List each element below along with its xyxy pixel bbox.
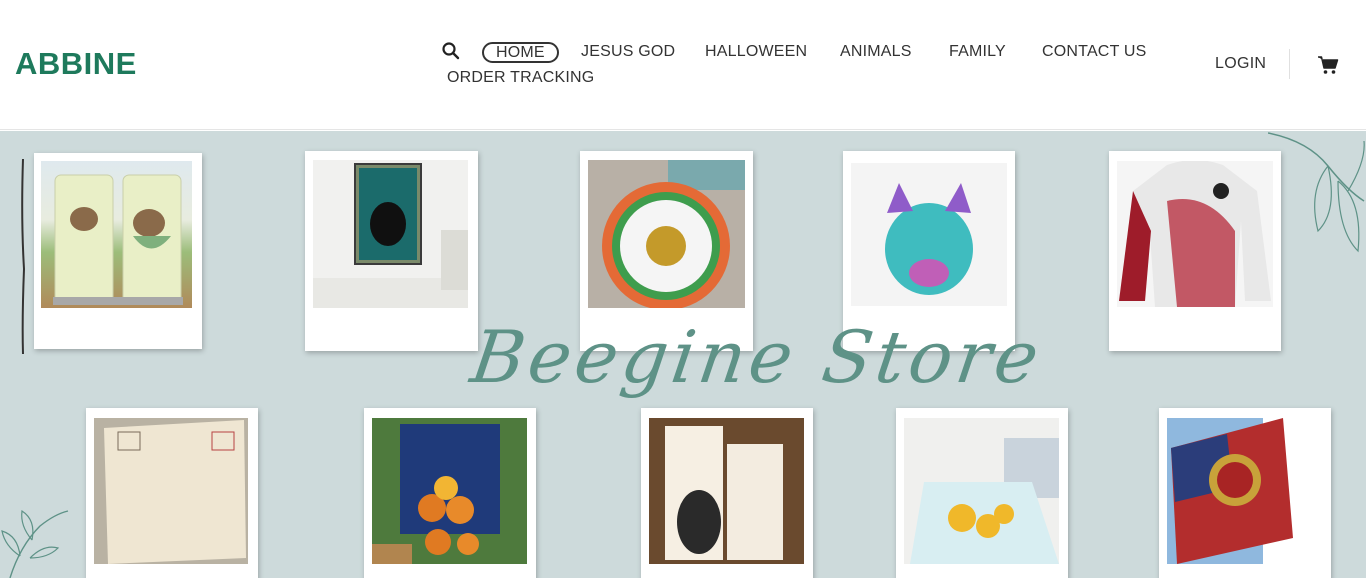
tumbler-illustration <box>53 174 183 305</box>
flag-illustration <box>372 424 500 564</box>
hero-banner: Beegine Store <box>0 131 1366 578</box>
search-icon[interactable] <box>441 41 461 61</box>
marine-flag-illustration <box>1171 418 1321 564</box>
brush-stroke-decoration <box>21 159 26 354</box>
product-image <box>372 418 527 564</box>
blanket-illustration <box>104 420 246 564</box>
nav-animals[interactable]: ANIMALS <box>840 43 912 61</box>
store-script-title: Beegine Store <box>466 315 1048 399</box>
product-card-couple-candle-holder[interactable] <box>641 408 813 578</box>
product-card-black-cat-poster[interactable] <box>305 151 478 351</box>
site-header: ABBINE HOME JESUS GOD HALLOWEEN ANIMALS … <box>0 0 1366 130</box>
product-card-sloth-tumbler[interactable] <box>34 153 202 349</box>
nav-family[interactable]: FAMILY <box>949 43 1006 61</box>
product-card-lion-hoodie[interactable] <box>1109 151 1281 351</box>
poster-illustration <box>313 163 468 308</box>
product-image <box>649 418 804 564</box>
nav-jesus-god[interactable]: JESUS GOD <box>581 43 675 61</box>
candle-illustration <box>665 426 783 560</box>
header-divider <box>1289 49 1290 79</box>
product-card-marine-family-flag[interactable] <box>1159 408 1331 578</box>
cart-icon[interactable] <box>1317 54 1339 76</box>
hoodie-illustration <box>1119 161 1271 307</box>
product-image <box>851 163 1007 306</box>
product-image <box>1117 161 1273 307</box>
bedding-illustration <box>885 183 973 295</box>
area-rug-illustration <box>910 438 1059 564</box>
nav-halloween[interactable]: HALLOWEEN <box>705 43 807 61</box>
product-image <box>904 418 1059 564</box>
product-image <box>588 160 745 308</box>
product-card-sunflower-area-rug[interactable] <box>896 408 1068 578</box>
leaf-branch-decoration <box>1268 132 1365 253</box>
rug-illustration <box>602 160 745 308</box>
product-image <box>313 160 468 308</box>
product-card-letter-blanket[interactable] <box>86 408 258 578</box>
nav-home[interactable]: HOME <box>482 42 559 63</box>
product-image <box>41 161 192 308</box>
product-image <box>1167 418 1321 564</box>
site-logo[interactable]: ABBINE <box>15 46 137 82</box>
fern-leaf-decoration <box>1 509 69 578</box>
product-card-halloween-pumpkin-flag[interactable] <box>364 408 536 578</box>
login-link[interactable]: LOGIN <box>1215 55 1266 73</box>
product-image <box>94 418 248 564</box>
nav-contact-us[interactable]: CONTACT US <box>1042 43 1147 61</box>
nav-order-tracking[interactable]: ORDER TRACKING <box>447 69 594 87</box>
